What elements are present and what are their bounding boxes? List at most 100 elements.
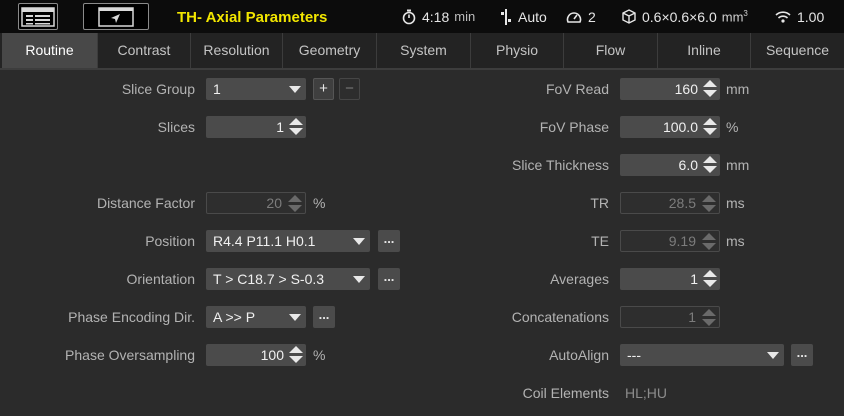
wifi-signal-icon (775, 11, 791, 23)
spinner-arrows-icon[interactable] (703, 156, 717, 174)
spinner-arrows-icon[interactable] (702, 195, 716, 213)
fov-phase-value: 100.0 (662, 119, 698, 135)
phase-encoding-dir-label: Phase Encoding Dir. (68, 309, 195, 325)
voxel-size: 0.6×0.6×6.0 mm3 (622, 0, 748, 33)
protocol-title: TH- Axial Parameters (177, 9, 328, 26)
tab-routine[interactable]: Routine (2, 33, 97, 68)
phase-encoding-dir-value: A >> P (213, 309, 256, 325)
cursor-window-icon (98, 6, 134, 27)
spinner-arrows-icon[interactable] (702, 233, 716, 251)
concatenations-stepper[interactable]: 1 (620, 306, 720, 328)
chevron-down-icon (353, 276, 365, 283)
averages-value: 1 (690, 271, 698, 287)
tr-unit: ms (726, 195, 745, 211)
tab-resolution[interactable]: Resolution (190, 33, 282, 68)
remove-slice-group-button[interactable]: − (339, 78, 360, 100)
slice-group-label: Slice Group (121, 81, 195, 97)
coil-mode-value: Auto (518, 8, 547, 25)
slice-group-dropdown[interactable]: 1 (206, 78, 306, 100)
phase-encoding-dir-more-button[interactable]: ... (313, 306, 335, 328)
spinner-arrows-icon[interactable] (703, 80, 717, 98)
phase-oversampling-label: Phase Oversampling (65, 347, 195, 363)
chevron-down-icon (353, 238, 365, 245)
slices-stepper[interactable]: 1 (206, 116, 306, 138)
tab-divider (0, 68, 844, 70)
phase-encoding-dir-dropdown[interactable]: A >> P (206, 306, 306, 328)
spinner-arrows-icon[interactable] (702, 309, 716, 327)
tab-sequence[interactable]: Sequence (750, 33, 844, 68)
autoalign-label: AutoAlign (549, 347, 609, 363)
tab-inline[interactable]: Inline (657, 33, 750, 68)
slice-thickness-unit: mm (726, 157, 750, 173)
voxel-size-value: 0.6×0.6×6.0 (642, 8, 717, 25)
scan-time-unit: min (454, 9, 476, 24)
distance-factor-value: 20 (266, 195, 282, 211)
tr-stepper[interactable]: 28.5 (620, 192, 720, 214)
voxel-size-unit: mm3 (721, 8, 748, 25)
spinner-arrows-icon[interactable] (289, 118, 303, 136)
position-label: Position (145, 233, 195, 249)
fov-read-value: 160 (674, 81, 698, 97)
chevron-down-icon (289, 86, 301, 93)
chevron-down-icon (767, 352, 779, 359)
distance-factor-label: Distance Factor (96, 195, 195, 211)
tr-value: 28.5 (668, 195, 696, 211)
te-value: 9.19 (668, 233, 696, 249)
signal-status: 1.00 (775, 0, 824, 33)
coil-mode: Auto (500, 0, 547, 33)
te-label: TE (591, 233, 609, 249)
spinner-arrows-icon[interactable] (288, 195, 302, 213)
gauge-status-value: 2 (588, 8, 596, 25)
add-slice-group-button[interactable]: + (313, 78, 334, 100)
top-bar: TH- Axial Parameters 4:18 min Auto 2 0.6… (0, 0, 844, 33)
fov-read-unit: mm (726, 81, 750, 97)
coil-elements-value: HL;HU (625, 385, 668, 401)
signal-status-value: 1.00 (797, 8, 825, 25)
orientation-more-button[interactable]: ... (378, 268, 400, 290)
position-more-button[interactable]: ... (378, 230, 400, 252)
parameter-tabs: Routine Contrast Resolution Geometry Sys… (0, 33, 844, 68)
tab-physio[interactable]: Physio (470, 33, 563, 68)
te-unit: ms (726, 233, 745, 249)
averages-stepper[interactable]: 1 (620, 268, 720, 290)
coil-plug-icon (501, 8, 511, 25)
coil-elements-label: Coil Elements (522, 385, 609, 401)
spinner-arrows-icon[interactable] (703, 118, 717, 136)
autoalign-value: --- (627, 347, 641, 363)
phase-oversampling-stepper[interactable]: 100 (206, 344, 306, 366)
speedometer-icon (566, 11, 582, 23)
spinner-arrows-icon[interactable] (289, 346, 303, 364)
fov-read-stepper[interactable]: 160 (620, 78, 720, 100)
position-value: R4.4 P11.1 H0.1 (213, 233, 316, 249)
scan-time-value: 4:18 (422, 8, 450, 25)
tab-flow[interactable]: Flow (563, 33, 657, 68)
slice-group-value: 1 (213, 81, 221, 97)
protocol-list-button[interactable] (18, 3, 58, 30)
autoalign-more-button[interactable]: ... (791, 344, 813, 366)
slice-thickness-stepper[interactable]: 6.0 (620, 154, 720, 176)
gauge-status: 2 (566, 0, 596, 33)
tab-geometry[interactable]: Geometry (282, 33, 376, 68)
te-stepper[interactable]: 9.19 (620, 230, 720, 252)
fov-phase-stepper[interactable]: 100.0 (620, 116, 720, 138)
distance-factor-stepper[interactable]: 20 (206, 192, 306, 214)
tab-system[interactable]: System (376, 33, 470, 68)
slice-thickness-value: 6.0 (678, 157, 698, 173)
cube-icon (622, 9, 636, 24)
fov-phase-label: FoV Phase (539, 119, 609, 135)
fov-phase-unit: % (726, 119, 739, 135)
stopwatch-icon (402, 9, 416, 24)
orientation-dropdown[interactable]: T > C18.7 > S-0.3 (206, 268, 370, 290)
concatenations-label: Concatenations (511, 309, 609, 325)
fov-read-label: FoV Read (545, 81, 609, 97)
position-dropdown[interactable]: R4.4 P11.1 H0.1 (206, 230, 370, 252)
autoalign-dropdown[interactable]: --- (620, 344, 784, 366)
navigate-button[interactable] (83, 3, 149, 30)
distance-factor-unit: % (313, 195, 326, 211)
phase-oversampling-unit: % (313, 347, 326, 363)
averages-label: Averages (550, 271, 609, 287)
concatenations-value: 1 (688, 309, 696, 325)
tab-contrast[interactable]: Contrast (97, 33, 190, 68)
spinner-arrows-icon[interactable] (703, 270, 717, 288)
phase-oversampling-value: 100 (260, 347, 284, 363)
